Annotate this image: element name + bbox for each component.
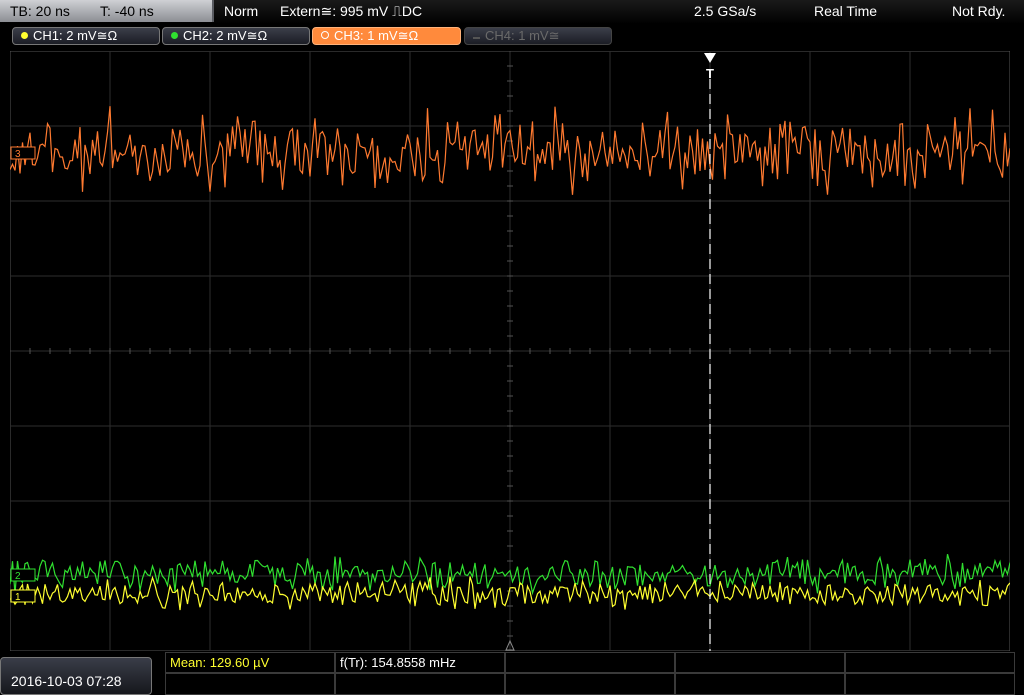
- measurement-bar: [0, 652, 1024, 695]
- measure-cell-7[interactable]: [335, 673, 505, 695]
- waveform-display[interactable]: T 3 2 1: [10, 51, 1010, 651]
- measure-cell-6[interactable]: [165, 673, 335, 695]
- ch4-off-icon: [473, 34, 480, 39]
- ch2-dot-icon: [171, 32, 178, 39]
- channel-3-label: CH3: 1 mV≅Ω: [334, 28, 419, 43]
- channel-bar: CH1: 2 mV≅Ω CH2: 2 mV≅Ω CH3: 1 mV≅Ω CH4:…: [0, 24, 1024, 50]
- channel-1-button[interactable]: CH1: 2 mV≅Ω: [12, 27, 160, 45]
- channel-2-button[interactable]: CH2: 2 mV≅Ω: [162, 27, 310, 45]
- measure-cell-3[interactable]: [505, 652, 675, 673]
- measure-cell-8[interactable]: [505, 673, 675, 695]
- ch2-marker-label: 2: [15, 571, 21, 582]
- measure-cell-5[interactable]: [845, 652, 1015, 673]
- ch3-dot-icon: [321, 31, 329, 39]
- measure-cell-10[interactable]: [845, 673, 1015, 695]
- trigger-status: Not Rdy.: [952, 3, 1006, 19]
- ch1-marker-label: 1: [15, 592, 21, 603]
- ch1-offset-marker[interactable]: 1: [10, 589, 36, 603]
- trigger-source[interactable]: Extern≅: 995 mV ⎍DC: [280, 3, 422, 20]
- timebase-label: TB: 20 ns: [10, 3, 70, 19]
- date-time-label: 2016-10-03 07:28: [11, 673, 122, 689]
- acquisition-type: Real Time: [814, 3, 878, 19]
- channel-3-button[interactable]: CH3: 1 mV≅Ω: [312, 27, 461, 45]
- acquisition-mode[interactable]: Norm: [224, 3, 258, 19]
- channel-1-label: CH1: 2 mV≅Ω: [33, 28, 118, 43]
- ch1-dot-icon: [21, 32, 28, 39]
- channel-2-label: CH2: 2 mV≅Ω: [183, 28, 268, 43]
- trigger-marker-label: T: [706, 66, 714, 81]
- sample-rate: 2.5 GSa/s: [694, 3, 757, 19]
- date-time-display: 2016-10-03 07:28: [0, 657, 152, 695]
- measure-cell-9[interactable]: [675, 673, 845, 695]
- ch3-offset-marker[interactable]: 3: [10, 146, 36, 160]
- timebase-box[interactable]: TB: 20 ns T: -40 ns: [0, 0, 214, 22]
- channel-4-button[interactable]: CH4: 1 mV≅: [464, 27, 612, 45]
- measure-cell-4[interactable]: [675, 652, 845, 673]
- trigger-frequency: f(Tr): 154.8558 mHz: [340, 655, 456, 670]
- channel-4-label: CH4: 1 mV≅: [485, 28, 560, 43]
- mean-measurement: Mean: 129.60 µV: [170, 655, 270, 670]
- ch2-offset-marker[interactable]: 2: [10, 568, 36, 582]
- trigger-time-label: T: -40 ns: [100, 3, 154, 19]
- ch3-marker-label: 3: [15, 149, 21, 160]
- status-bar: TB: 20 ns T: -40 ns Norm Extern≅: 995 mV…: [0, 0, 1024, 24]
